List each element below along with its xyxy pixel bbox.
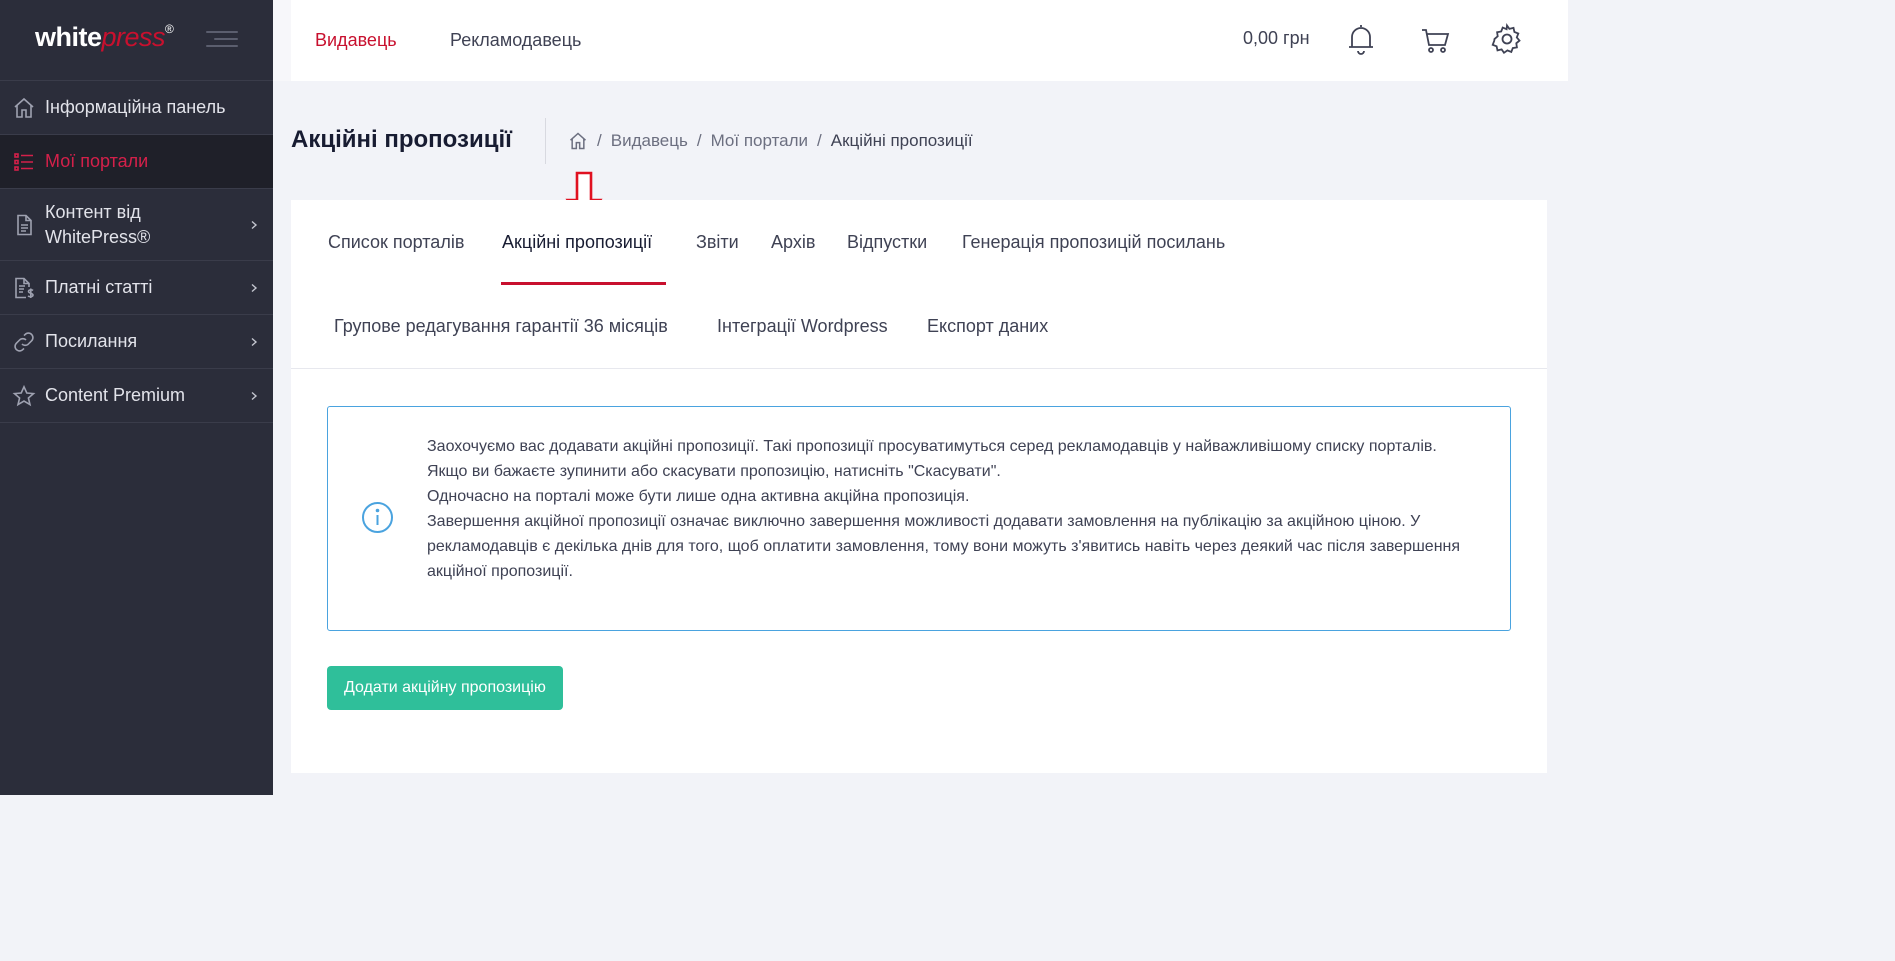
notice-line: Завершення акційної пропозиції означає в… <box>427 513 1461 580</box>
sidebar-item-content-premium[interactable]: Content Premium <box>0 369 273 423</box>
home-icon[interactable] <box>568 131 588 151</box>
tab-bulk-guarantee-edit[interactable]: Групове редагування гарантії 36 місяців <box>334 316 668 337</box>
sidebar-item-label: Платні статті <box>45 277 153 297</box>
header-divider <box>545 118 546 164</box>
info-icon <box>362 502 393 533</box>
chevron-right-icon <box>251 391 258 400</box>
account-balance[interactable]: 0,00 грн <box>1243 28 1310 49</box>
chevron-right-icon <box>251 337 258 346</box>
breadcrumb-separator: / <box>597 131 602 150</box>
tab-link-offer-generation[interactable]: Генерація пропозицій посилань <box>962 232 1225 253</box>
brand-header: whitepress® <box>0 0 273 81</box>
cart-icon[interactable] <box>1419 22 1451 56</box>
notice-line: Якщо ви бажаєте зупинити або скасувати п… <box>427 463 1001 480</box>
tab-publisher[interactable]: Видавець <box>273 0 426 81</box>
info-notice: Заохочуємо вас додавати акційні пропозиц… <box>327 406 1511 631</box>
tab-archive[interactable]: Архів <box>771 232 815 253</box>
tab-portal-list[interactable]: Список порталів <box>328 232 464 253</box>
star-icon <box>12 384 36 406</box>
page-title: Акційні пропозиції <box>291 126 512 153</box>
breadcrumb-separator: / <box>817 131 822 150</box>
sidebar-item-label: Content Premium <box>45 385 186 405</box>
chevron-right-icon <box>251 220 258 229</box>
logo-white-part: white <box>35 21 102 52</box>
promo-offers-card: Список порталів Акційні пропозиції Звіти… <box>291 200 1547 773</box>
tab-vacations[interactable]: Відпустки <box>847 232 927 253</box>
sidebar-item-my-portals[interactable]: Мої портали <box>0 135 273 189</box>
sidebar-item-label: Інформаційна панель <box>45 97 226 117</box>
tab-advertiser[interactable]: Рекламодавець <box>450 0 581 81</box>
tab-publisher-label: Видавець <box>315 30 397 50</box>
tab-wordpress-integrations[interactable]: Інтеграції Wordpress <box>717 316 888 337</box>
notice-line: Одночасно на порталі може бути лише одна… <box>427 488 970 505</box>
sidebar-item-label: Мої портали <box>45 151 149 171</box>
paid-document-icon <box>15 277 34 298</box>
sidebar-item-label: Контент від WhitePress® <box>45 201 151 247</box>
gear-icon[interactable] <box>1491 22 1523 56</box>
sidebar-item-content[interactable]: Контент від WhitePress® <box>0 189 273 261</box>
list-icon <box>14 152 33 171</box>
notice-line: Заохочуємо вас додавати акційні пропозиц… <box>427 438 1437 455</box>
tab-advertiser-label: Рекламодавець <box>450 30 582 50</box>
breadcrumb-item-publisher[interactable]: Видавець <box>611 131 688 151</box>
whitepress-logo[interactable]: whitepress® <box>35 21 174 53</box>
sidebar-item-dashboard[interactable]: Інформаційна панель <box>0 81 273 135</box>
tab-reports[interactable]: Звіти <box>696 232 739 253</box>
home-icon <box>14 97 34 118</box>
logo-registered-mark: ® <box>165 21 174 36</box>
tab-data-export[interactable]: Експорт даних <box>927 316 1048 337</box>
sidebar-item-links[interactable]: Посилання <box>0 315 273 369</box>
tab-promo-offers[interactable]: Акційні пропозиції <box>502 232 652 253</box>
chevron-right-icon <box>251 283 258 292</box>
breadcrumb-separator: / <box>696 131 702 150</box>
sidebar: whitepress® Інформаційна панель Мої порт… <box>0 0 273 795</box>
topbar: Видавець Рекламодавець 0,00 грн <box>273 0 1568 81</box>
bell-icon[interactable] <box>1345 22 1377 56</box>
breadcrumb: / Видавець / Мої портали / Акційні пропо… <box>568 131 973 151</box>
add-promo-offer-button[interactable]: Додати акційну пропозицію <box>327 666 563 710</box>
document-icon <box>17 214 32 235</box>
active-tab-indicator <box>501 282 666 285</box>
breadcrumb-item-current: Акційні пропозиції <box>830 131 973 150</box>
sidebar-item-label: Посилання <box>45 331 138 351</box>
logo-press-part: press <box>101 21 166 52</box>
notice-text: Заохочуємо вас додавати акційні пропозиц… <box>427 434 1477 584</box>
sidebar-item-paid-articles[interactable]: Платні статті <box>0 261 273 315</box>
breadcrumb-item-my-portals[interactable]: Мої портали <box>711 131 808 151</box>
tabs-divider <box>291 368 1547 369</box>
menu-toggle-icon[interactable] <box>206 28 238 50</box>
link-icon <box>14 331 34 352</box>
